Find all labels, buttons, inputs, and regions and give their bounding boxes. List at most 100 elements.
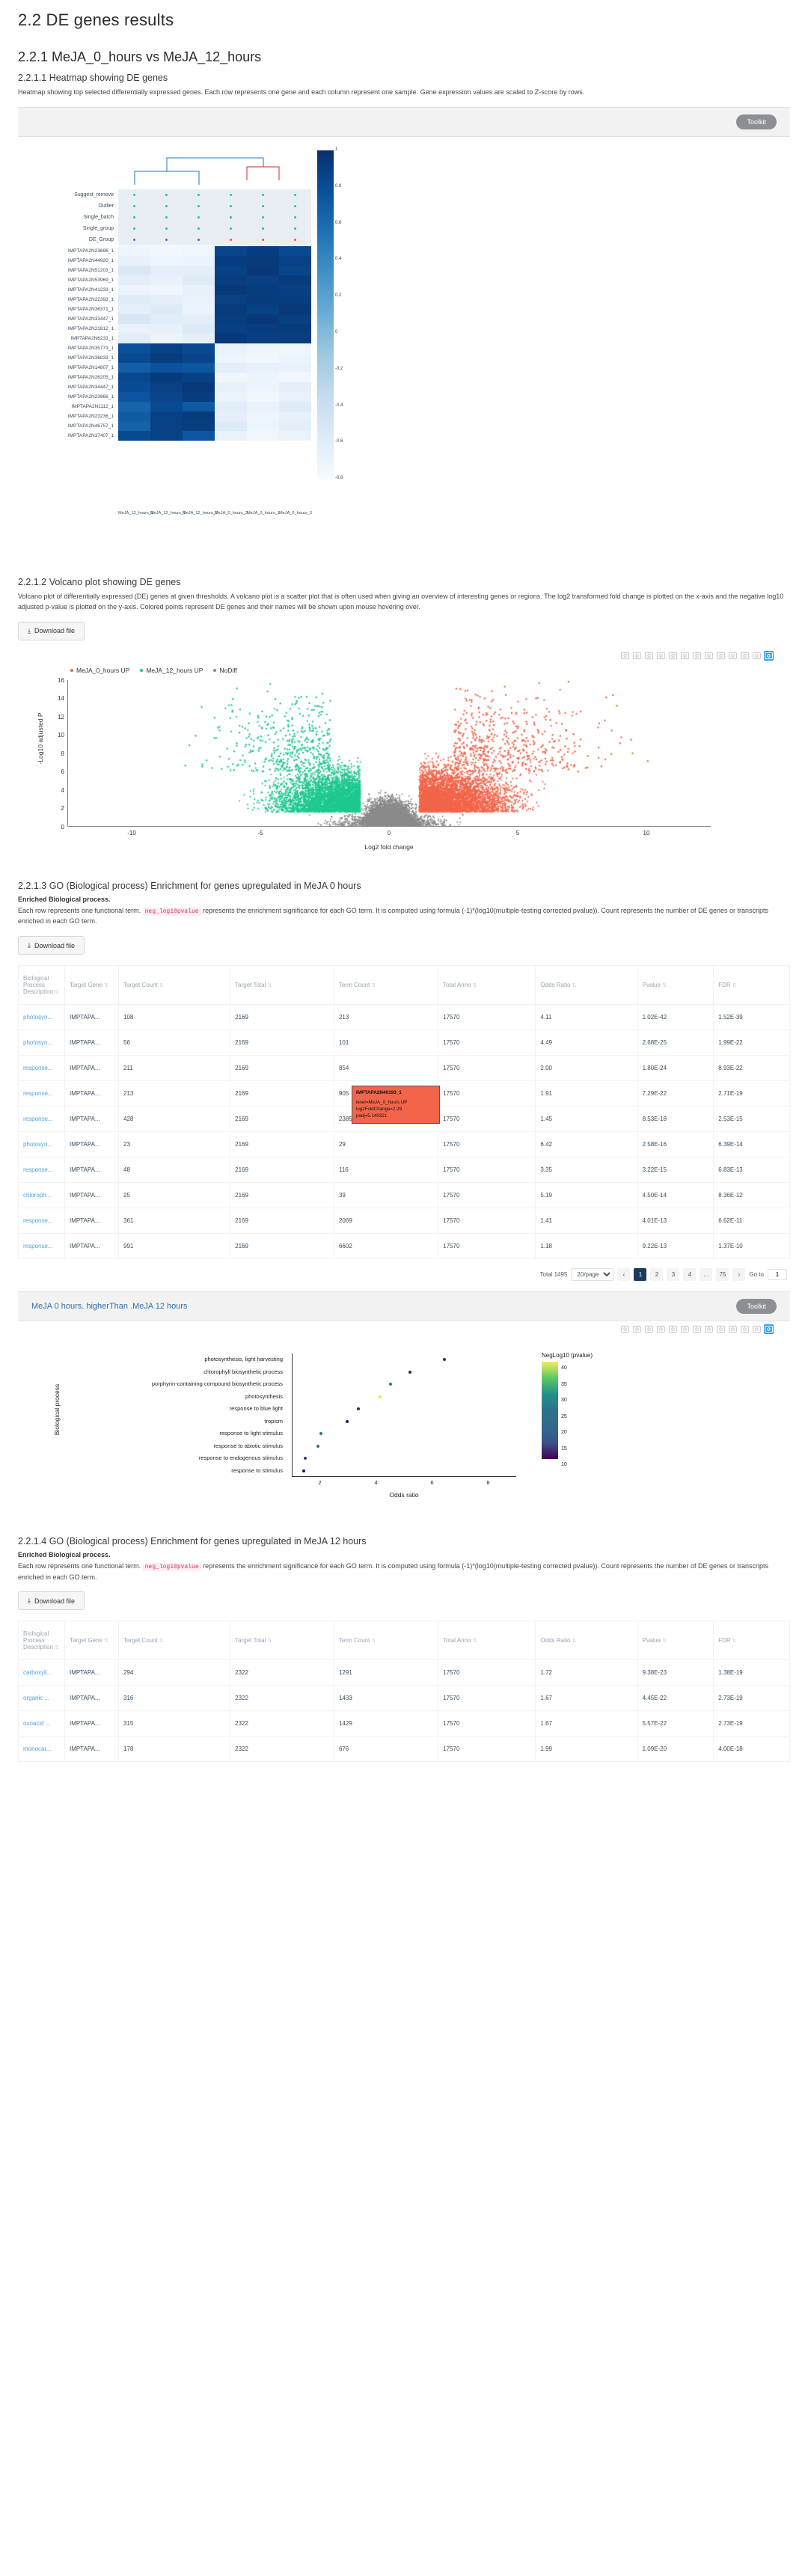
cell-go-description[interactable]: carboxyli...: [18, 1659, 65, 1686]
sort-arrows-icon[interactable]: ⇅: [159, 982, 164, 988]
heatmap-cell[interactable]: [215, 362, 247, 373]
dotplot-point[interactable]: [302, 1469, 306, 1472]
heatmap-cell[interactable]: [183, 255, 215, 266]
heatmap-cell[interactable]: [150, 313, 183, 324]
pagination-prev[interactable]: ‹: [617, 1268, 631, 1282]
heatmap-cell[interactable]: [150, 411, 183, 421]
heatmap-cell[interactable]: [183, 372, 215, 382]
lasso-select-icon[interactable]: [668, 651, 678, 661]
heatmap-cell[interactable]: [150, 430, 183, 441]
lasso-select-icon[interactable]: [668, 1324, 678, 1334]
column-header-2[interactable]: Target Count ⇅: [117, 965, 231, 1006]
heatmap-cell[interactable]: [118, 411, 150, 421]
column-header-7[interactable]: Pvalue ⇅: [637, 1621, 714, 1661]
heatmap-cell[interactable]: [150, 275, 183, 285]
heatmap-cell[interactable]: [150, 284, 183, 295]
heatmap-cell[interactable]: [215, 382, 247, 392]
heatmap-cell[interactable]: [183, 411, 215, 421]
column-header-6[interactable]: Odds Ratio ⇅: [535, 1621, 638, 1661]
sort-arrows-icon[interactable]: ⇅: [371, 982, 376, 988]
heatmap-cell[interactable]: [279, 372, 311, 382]
dotplot-point[interactable]: [408, 1370, 412, 1374]
heatmap-cell[interactable]: [215, 352, 247, 363]
heatmap-cell[interactable]: [183, 401, 215, 412]
cell-go-description[interactable]: photosyn...: [18, 1004, 65, 1031]
heatmap-cell[interactable]: [279, 343, 311, 353]
dotplot-point[interactable]: [443, 1358, 447, 1362]
volcano-points-canvas[interactable]: [68, 679, 711, 826]
heatmap-cell[interactable]: [215, 323, 247, 334]
cell-go-description[interactable]: response...: [18, 1208, 65, 1235]
heatmap-cell[interactable]: [118, 284, 150, 295]
heatmap-cell[interactable]: [118, 343, 150, 353]
legend-item-nodiff[interactable]: NoDiff: [213, 667, 237, 674]
goto-input[interactable]: [768, 1269, 787, 1281]
column-header-6[interactable]: Odds Ratio ⇅: [535, 965, 638, 1006]
sort-arrows-icon[interactable]: ⇅: [473, 982, 477, 988]
dotplot-point[interactable]: [346, 1419, 349, 1423]
heatmap-cell[interactable]: [247, 304, 279, 314]
heatmap-cell[interactable]: [215, 284, 247, 295]
column-header-0[interactable]: Biological Process Description ⇅: [18, 965, 65, 1006]
heatmap-cell[interactable]: [118, 245, 150, 256]
heatmap-cell[interactable]: [215, 430, 247, 441]
heatmap-cell[interactable]: [279, 313, 311, 324]
pagination-page-4[interactable]: 4: [683, 1268, 697, 1282]
heatmap-cell[interactable]: [183, 294, 215, 305]
column-header-5[interactable]: Total Anno ⇅: [438, 965, 536, 1006]
heatmap-cell[interactable]: [183, 304, 215, 314]
hover-closest-icon[interactable]: [752, 1324, 762, 1334]
heatmap-cell[interactable]: [247, 245, 279, 256]
heatmap-cell[interactable]: [150, 294, 183, 305]
heatmap-cell[interactable]: [279, 352, 311, 363]
zoom-out-icon[interactable]: [692, 1324, 702, 1334]
sort-arrows-icon[interactable]: ⇅: [267, 982, 272, 988]
dotplot-point[interactable]: [357, 1407, 361, 1411]
heatmap-cell[interactable]: [247, 352, 279, 363]
heatmap-cell[interactable]: [279, 265, 311, 275]
plotly-logo-icon[interactable]: [764, 650, 774, 661]
heatmap-cell[interactable]: [183, 284, 215, 295]
heatmap-cell[interactable]: [150, 255, 183, 266]
heatmap-cell[interactable]: [279, 411, 311, 421]
heatmap-cell[interactable]: [215, 294, 247, 305]
heatmap-cell[interactable]: [247, 275, 279, 285]
heatmap-cell[interactable]: [279, 382, 311, 392]
cell-go-description[interactable]: chloroph...: [18, 1182, 65, 1209]
download-file-button-go2[interactable]: ⤓ Download file: [18, 1591, 85, 1611]
heatmap-cell[interactable]: [150, 265, 183, 275]
heatmap-cell[interactable]: [215, 265, 247, 275]
sort-arrows-icon[interactable]: ⇅: [267, 1638, 272, 1644]
pagination-page-last[interactable]: 75: [716, 1268, 729, 1282]
heatmap-cell[interactable]: [215, 343, 247, 353]
heatmap-cell[interactable]: [118, 352, 150, 363]
heatmap-cell[interactable]: [183, 313, 215, 324]
zoom-icon[interactable]: [632, 1324, 642, 1334]
heatmap-cell[interactable]: [279, 401, 311, 412]
pagination-page-3[interactable]: 3: [667, 1268, 680, 1282]
heatmap-cell[interactable]: [279, 255, 311, 266]
heatmap-cell[interactable]: [215, 255, 247, 266]
cell-go-description[interactable]: response...: [18, 1233, 65, 1260]
dotplot-point[interactable]: [303, 1457, 307, 1460]
heatmap-cell[interactable]: [118, 372, 150, 382]
pan-icon[interactable]: [644, 1324, 654, 1334]
heatmap-cell[interactable]: [247, 362, 279, 373]
zoom-in-icon[interactable]: [680, 1324, 690, 1334]
heatmap-cell[interactable]: [247, 255, 279, 266]
heatmap-cell[interactable]: [118, 275, 150, 285]
column-header-3[interactable]: Target Total ⇅: [230, 965, 334, 1006]
hover-compare-icon[interactable]: [740, 1324, 750, 1334]
home-icon[interactable]: [716, 1324, 726, 1334]
heatmap-cell[interactable]: [150, 245, 183, 256]
heatmap-cell[interactable]: [247, 420, 279, 431]
column-header-4[interactable]: Term Count ⇅: [333, 965, 439, 1006]
dotplot-point[interactable]: [388, 1383, 392, 1386]
heatmap-cell[interactable]: [150, 343, 183, 353]
heatmap-cell[interactable]: [215, 372, 247, 382]
column-header-1[interactable]: Target Gene ⇅: [64, 1621, 119, 1661]
cell-go-description[interactable]: response...: [18, 1080, 65, 1107]
heatmap-cell[interactable]: [279, 420, 311, 431]
spike-lines-icon[interactable]: [728, 651, 738, 661]
plotly-logo-icon[interactable]: [764, 1324, 774, 1335]
